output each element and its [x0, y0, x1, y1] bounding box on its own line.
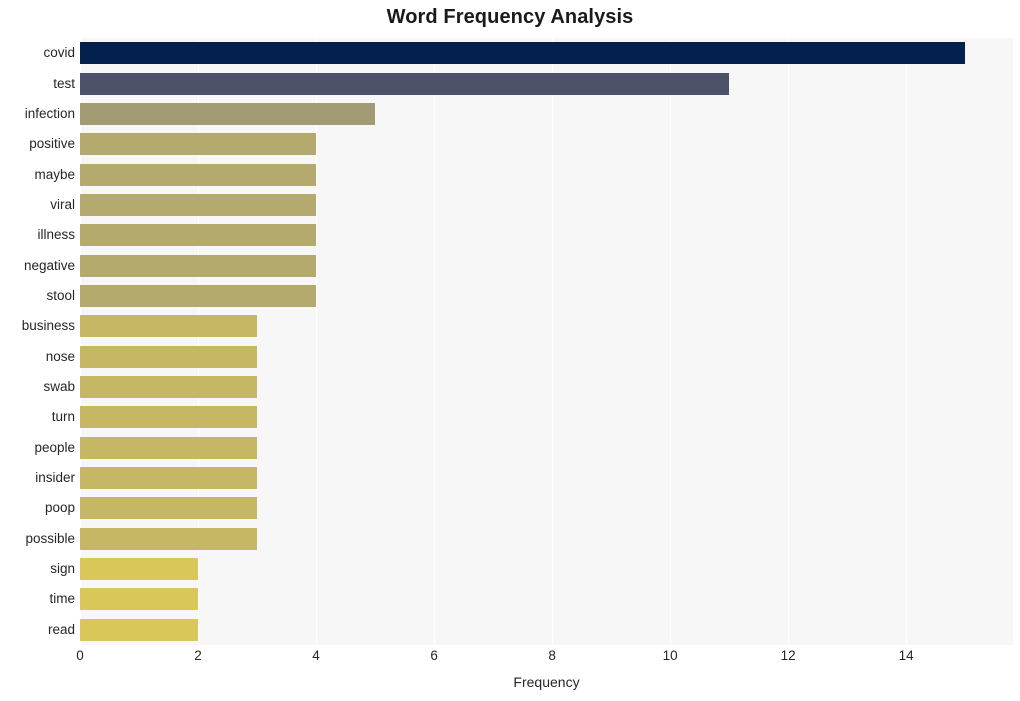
x-axis-tick-labels: 0 2 4 6 8 10 12 14: [0, 648, 1020, 670]
bar-insider[interactable]: [80, 467, 258, 490]
y-tick-label-possible: possible: [25, 530, 75, 546]
bar-infection[interactable]: [80, 102, 376, 125]
bar-stool[interactable]: [80, 284, 317, 307]
gridline-x-6: [434, 38, 436, 645]
bar-poop[interactable]: [80, 497, 258, 520]
gridline-x-0: [80, 38, 81, 645]
y-axis-tick-labels: covid test infection positive maybe viral illn…: [0, 38, 75, 645]
bar-covid[interactable]: [80, 42, 966, 65]
y-tick-label-covid: covid: [43, 45, 75, 61]
bar-possible[interactable]: [80, 527, 258, 550]
y-tick-label-infection: infection: [24, 105, 75, 121]
y-tick-label-turn: turn: [51, 409, 75, 425]
gridline-x-14: [906, 38, 908, 645]
y-tick-label-maybe: maybe: [34, 166, 75, 182]
bar-time[interactable]: [80, 588, 199, 611]
y-tick-label-people: people: [34, 439, 75, 455]
x-tick-label-4: 4: [312, 648, 320, 663]
y-tick-label-time: time: [49, 591, 75, 607]
y-tick-label-sign: sign: [50, 561, 75, 577]
y-tick-label-poop: poop: [44, 500, 75, 516]
x-tick-label-6: 6: [430, 648, 438, 663]
bar-viral[interactable]: [80, 193, 317, 216]
y-tick-label-test: test: [53, 75, 75, 91]
gridline-x-4: [316, 38, 318, 645]
x-tick-label-12: 12: [780, 648, 796, 663]
bar-people[interactable]: [80, 436, 258, 459]
y-tick-label-read: read: [47, 621, 75, 637]
x-axis-title: Frequency: [513, 674, 580, 690]
bar-test[interactable]: [80, 72, 730, 95]
bar-sign[interactable]: [80, 558, 199, 581]
y-tick-label-viral: viral: [50, 196, 75, 212]
chart-title: Word Frequency Analysis: [386, 6, 634, 28]
y-tick-label-business: business: [21, 318, 75, 334]
word-frequency-bar-chart: Word Frequency Analysis covid test infecti…: [0, 0, 1020, 701]
y-tick-label-illness: illness: [37, 227, 75, 243]
y-tick-label-stool: stool: [46, 287, 75, 303]
gridline-x-8: [552, 38, 554, 645]
x-tick-label-10: 10: [662, 648, 678, 663]
gridline-x-10: [670, 38, 672, 645]
y-tick-label-swab: swab: [43, 379, 75, 395]
y-tick-label-negative: negative: [23, 257, 75, 273]
bar-positive[interactable]: [80, 133, 317, 156]
bar-nose[interactable]: [80, 345, 258, 368]
gridline-x-12: [788, 38, 790, 645]
bar-business[interactable]: [80, 315, 258, 338]
bar-illness[interactable]: [80, 224, 317, 247]
y-tick-label-nose: nose: [45, 348, 75, 364]
x-tick-label-2: 2: [194, 648, 202, 663]
y-tick-label-positive: positive: [29, 136, 75, 152]
y-tick-label-insider: insider: [35, 470, 75, 486]
bar-maybe[interactable]: [80, 163, 317, 186]
x-tick-label-8: 8: [548, 648, 556, 663]
bar-turn[interactable]: [80, 406, 258, 429]
x-tick-label-14: 14: [898, 648, 914, 663]
x-tick-label-0: 0: [76, 648, 84, 663]
bar-swab[interactable]: [80, 376, 258, 399]
plot-area: [80, 38, 1013, 645]
bar-negative[interactable]: [80, 254, 317, 277]
gridline-x-2: [198, 38, 200, 645]
bar-read[interactable]: [80, 618, 199, 641]
